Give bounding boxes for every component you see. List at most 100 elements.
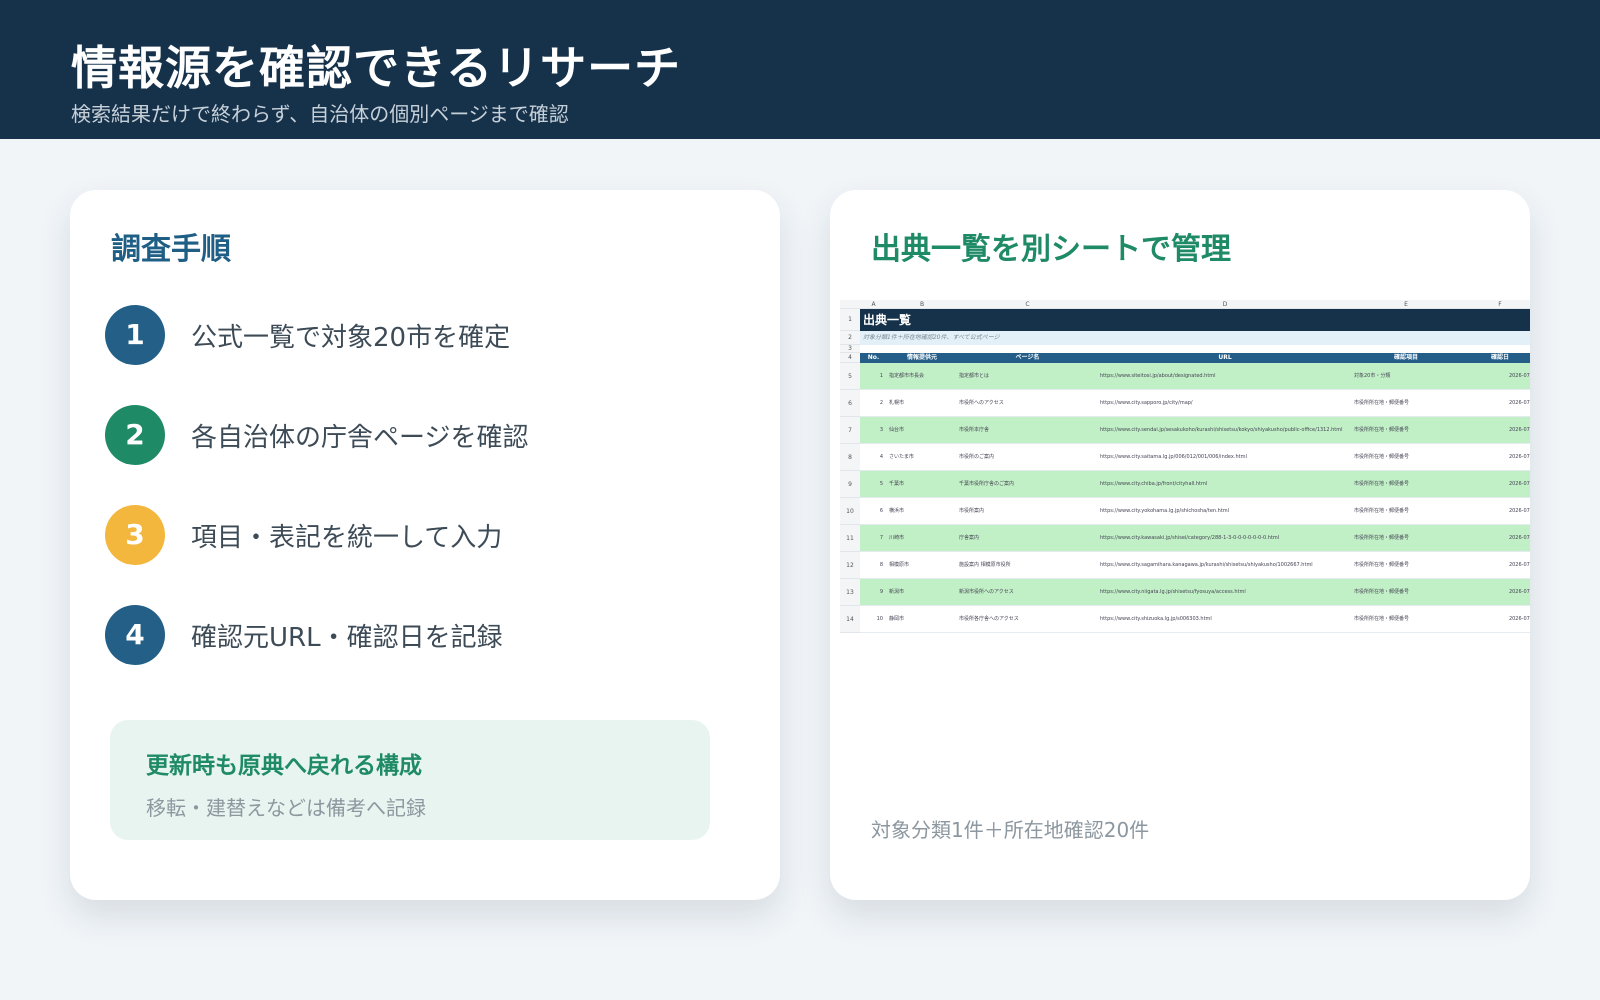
table-cell: 静岡市 xyxy=(889,616,905,622)
row-number: 1 xyxy=(840,309,860,331)
table-cell: 施設案内 相模原市役所 xyxy=(959,562,1011,568)
column-header-cell: URL xyxy=(1218,354,1232,361)
row-number: 3 xyxy=(840,345,860,353)
page-subtitle: 検索結果だけで終わらず、自治体の個別ページまで確認 xyxy=(71,102,569,126)
row-number: 13 xyxy=(840,579,860,606)
table-cell: 6 xyxy=(879,508,883,514)
row-number: 11 xyxy=(840,525,860,552)
table-cell: 2026-07-27 xyxy=(1508,427,1530,433)
table-row: 8 相模原市 施設案内 相模原市役所 https://www.city.sagamih… xyxy=(860,552,1530,579)
table-cell: 市役所のご案内 xyxy=(959,454,995,460)
source-card-title: 出典一覧を別シートで管理 xyxy=(871,232,1231,267)
spreadsheet-screenshot: A B C D E F 1 2 3 4 5 6 7 8 9 10 11 12 13 14 出典一覧 対象分類1件＋所在地確… xyxy=(840,300,1530,646)
table-cell: 札幌市 xyxy=(889,400,905,406)
sheet-column-header: A B C D E F xyxy=(840,300,1530,309)
row-number: 10 xyxy=(840,498,860,525)
table-cell: 対象20市・分類 xyxy=(1354,373,1391,379)
table-cell: 2026-07-27 xyxy=(1508,589,1530,595)
table-cell: 市役所本庁舎 xyxy=(959,427,990,433)
step-label: 項目・表記を統一して入力 xyxy=(191,523,503,553)
sheet-meta: 対象分類1件＋所在地確認20件、すべて公式ページ xyxy=(863,334,1000,341)
table-cell: 2026-07-27 xyxy=(1508,616,1530,622)
step-item: 1 公式一覧で対象20市を確定 xyxy=(105,305,705,365)
step-item: 2 各自治体の庁舎ページを確認 xyxy=(105,405,705,465)
steps-card-title: 調査手順 xyxy=(111,232,231,267)
table-cell: 10 xyxy=(876,616,883,622)
table-row: 7 川崎市 庁舎案内 https://www.city.kawasaki.jp/shi… xyxy=(860,525,1530,552)
table-row: 6 横浜市 市役所案内 https://www.city.yokohama.lg.jp… xyxy=(860,498,1530,525)
table-cell: 1 xyxy=(879,373,883,379)
step-number-badge: 3 xyxy=(105,505,165,565)
column-letter: C xyxy=(1025,301,1030,308)
table-cell: 千葉市役所庁舎のご案内 xyxy=(959,481,1015,487)
row-number: 12 xyxy=(840,552,860,579)
column-header-cell: 確認項目 xyxy=(1393,354,1418,361)
table-cell: 指定都市とは xyxy=(959,373,990,379)
step-label: 確認元URL・確認日を記録 xyxy=(191,623,503,653)
column-header-cell: 確認日 xyxy=(1490,354,1509,361)
table-cell: 2026-07-27 xyxy=(1508,454,1530,460)
table-row: 9 新潟市 新潟市役所へのアクセス https://www.city.niigata.… xyxy=(860,579,1530,606)
table-cell: 2026-07-27 xyxy=(1508,373,1530,379)
table-cell: 市役所所在地・郵便番号 xyxy=(1354,400,1410,406)
row-number: 7 xyxy=(840,417,860,444)
row-number: 2 xyxy=(840,331,860,345)
step-item: 3 項目・表記を統一して入力 xyxy=(105,505,705,565)
table-cell: 市役所所在地・郵便番号 xyxy=(1354,481,1410,487)
table-cell: さいたま市 xyxy=(889,454,914,460)
table-cell: 市役所各庁舎へのアクセス xyxy=(959,616,1019,622)
table-cell: https://www.city.shizuoka.lg.jp/s006303.… xyxy=(1100,616,1212,622)
table-cell: 相模原市 xyxy=(889,562,910,568)
table-cell: 川崎市 xyxy=(889,535,905,541)
step-number-badge: 2 xyxy=(105,405,165,465)
table-cell: 5 xyxy=(879,481,883,487)
table-cell: https://www.city.sendai.jp/sesakukoho/ku… xyxy=(1100,427,1343,433)
table-row: 4 さいたま市 市役所のご案内 https://www.city.saitama.lg… xyxy=(860,444,1530,471)
table-cell: 市役所所在地・郵便番号 xyxy=(1354,589,1410,595)
table-cell: 市役所所在地・郵便番号 xyxy=(1354,616,1410,622)
row-number: 14 xyxy=(840,606,860,633)
row-number: 4 xyxy=(840,353,860,363)
step-item: 4 確認元URL・確認日を記録 xyxy=(105,605,705,665)
step-number-badge: 4 xyxy=(105,605,165,665)
column-letter: F xyxy=(1498,301,1502,308)
table-row: 1 指定都市市長会 指定都市とは https://www.siteitosi.jp/a… xyxy=(860,363,1530,390)
table-row: 3 仙台市 市役所本庁舎 https://www.city.sendai.jp/ses… xyxy=(860,417,1530,444)
table-cell: 仙台市 xyxy=(889,427,905,433)
table-cell: 千葉市 xyxy=(889,481,905,487)
table-cell: https://www.city.saitama.lg.jp/006/012/0… xyxy=(1100,454,1247,460)
table-cell: https://www.city.chiba.jp/front/cityhall… xyxy=(1100,481,1208,487)
page-title: 情報源を確認できるリサーチ xyxy=(71,41,682,95)
column-header-cell: No. xyxy=(867,354,880,361)
table-cell: https://www.siteitosi.jp/about/designate… xyxy=(1100,373,1216,379)
table-cell: 指定都市市長会 xyxy=(889,373,925,379)
column-letter: D xyxy=(1222,301,1228,308)
step-label: 公式一覧で対象20市を確定 xyxy=(191,323,511,353)
table-cell: 4 xyxy=(879,454,883,460)
table-cell: 3 xyxy=(879,427,883,433)
table-cell: 8 xyxy=(879,562,883,568)
table-row: 5 千葉市 千葉市役所庁舎のご案内 https://www.city.chiba.jp… xyxy=(860,471,1530,498)
page-header: 情報源を確認できるリサーチ 検索結果だけで終わらず、自治体の個別ページまで確認 xyxy=(0,0,1600,139)
step-label: 各自治体の庁舎ページを確認 xyxy=(191,423,529,453)
table-cell: 市役所所在地・郵便番号 xyxy=(1354,535,1410,541)
sheet-meta-row: 対象分類1件＋所在地確認20件、すべて公式ページ xyxy=(860,331,1530,345)
table-cell: 新潟市役所へのアクセス xyxy=(959,589,1014,595)
table-cell: https://www.city.niigata.lg.jp/shisetsu/… xyxy=(1100,589,1246,595)
source-list-card: 出典一覧を別シートで管理 A B C D E F 1 2 3 4 5 6 7 8 9 10 11 12 13 14 出典… xyxy=(830,190,1530,900)
summary-caption: 対象分類1件＋所在地確認20件 xyxy=(871,818,1150,842)
table-cell: 2026-07-27 xyxy=(1508,481,1530,487)
callout-note: 更新時も原典へ戻れる構成 移転・建替えなどは備考へ記録 xyxy=(110,720,710,840)
row-number: 8 xyxy=(840,444,860,471)
table-cell: 横浜市 xyxy=(889,508,905,514)
table-cell: 2026-07-27 xyxy=(1508,508,1530,514)
callout-title: 更新時も原典へ戻れる構成 xyxy=(146,753,422,779)
table-cell: 2026-07-27 xyxy=(1508,562,1530,568)
row-number: 6 xyxy=(840,390,860,417)
table-cell: 市役所所在地・郵便番号 xyxy=(1354,427,1410,433)
column-letter: A xyxy=(871,301,876,308)
table-cell: 2026-07-27 xyxy=(1508,535,1530,541)
table-cell: 市役所案内 xyxy=(959,508,985,514)
table-cell: 9 xyxy=(879,589,883,595)
table-cell: 市役所所在地・郵便番号 xyxy=(1354,562,1410,568)
